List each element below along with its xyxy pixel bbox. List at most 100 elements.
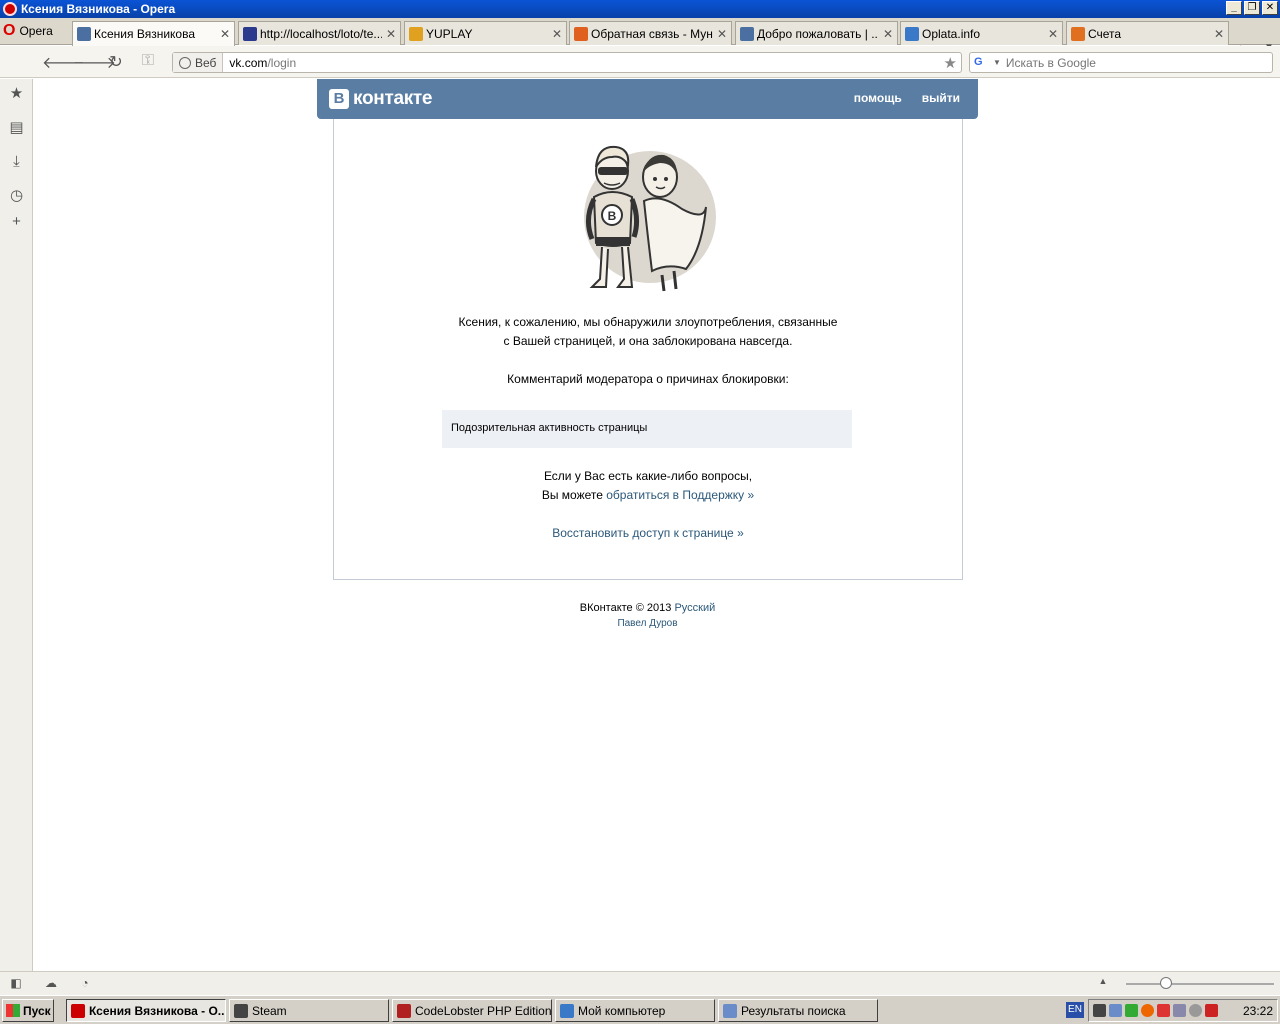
url-text[interactable]: vk.com/login (229, 56, 296, 70)
browser-tab[interactable]: YUPLAY ✕ (404, 21, 567, 45)
vk-logo[interactable]: В контакте (329, 88, 433, 110)
zoom-slider[interactable] (1126, 977, 1274, 989)
block-message-line1: Ксения, к сожалению, мы обнаружили злоуп… (458, 315, 838, 329)
search-input[interactable] (1005, 55, 1272, 70)
help-link[interactable]: помощь (854, 91, 902, 105)
start-label: Пуск (23, 1003, 51, 1018)
search-o-icon (1071, 26, 1085, 41)
tab-close-icon[interactable]: ✕ (220, 27, 230, 41)
taskbar-item[interactable]: Мой компьютер (555, 999, 715, 1022)
tab-close-icon[interactable]: ✕ (883, 27, 893, 41)
tab-label: Счета (1088, 26, 1122, 41)
taskbar-item-label: Мой компьютер (578, 1003, 666, 1018)
monitor-tray-icon[interactable] (1173, 1004, 1186, 1017)
vk-footer: ВКонтакте © 2013 Русский Павел Дуров (317, 600, 978, 632)
wand-key-icon[interactable]: ⚿ (137, 52, 159, 72)
network-tray-icon[interactable] (1109, 1004, 1122, 1017)
volume-tray-icon[interactable] (1189, 1004, 1202, 1017)
tab-close-icon[interactable]: ✕ (1214, 27, 1224, 41)
tab-close-icon[interactable]: ✕ (386, 27, 396, 41)
antivirus-shield-icon[interactable] (1205, 1004, 1218, 1017)
restore-access-link[interactable]: Восстановить доступ к странице » (552, 526, 744, 540)
opera-unite-cloud-icon[interactable]: ☁ (43, 976, 59, 990)
google-icon: G (974, 55, 983, 68)
taskbar-item[interactable]: CodeLobster PHP Edition... (392, 999, 552, 1022)
browser-tab[interactable]: http://localhost/loto/te... ✕ (238, 21, 401, 45)
logout-link[interactable]: выйти (922, 91, 960, 105)
view-up-arrow-icon[interactable]: ▲ (1095, 976, 1111, 990)
questions-line2: Вы можете обратиться в Поддержку » (334, 486, 962, 505)
browser-sidebar: ★ ▤ ⤓ ◷ + (0, 79, 33, 971)
taskbar-item[interactable]: Steam (229, 999, 389, 1022)
clock: 23:22 (1242, 1003, 1273, 1018)
tab-label: Добро пожаловать | ... (757, 26, 879, 41)
block-message-line2: с Вашей страницей, и она заблокирована н… (503, 334, 793, 348)
tab-close-icon[interactable]: ✕ (717, 27, 727, 41)
add-panel-icon[interactable]: + (8, 213, 25, 230)
turbo-speedometer-icon[interactable]: ◔ (77, 976, 93, 990)
s-icon (243, 26, 257, 41)
vk-icon (77, 27, 91, 41)
vk-logo-icon: В (329, 89, 349, 109)
steam-tray-icon[interactable] (1093, 1004, 1106, 1017)
tab-close-icon[interactable]: ✕ (552, 27, 562, 41)
url-path: /login (267, 55, 297, 70)
moderator-comment-text: Подозрительная активность страницы (451, 422, 648, 434)
address-bar[interactable]: Веб vk.com/login ★ (172, 52, 962, 73)
status-bar: ◧ ☁ ◔ ▲ (0, 971, 1280, 995)
language-indicator[interactable]: EN (1066, 1002, 1084, 1018)
questions-line1: Если у Вас есть какие-либо вопросы, (543, 469, 753, 483)
browser-tab[interactable]: Обратная связь - Мун... ✕ (569, 21, 732, 45)
page-content: В контакте помощь выйти B Ксения, к сожа… (34, 79, 1280, 971)
search-engine-chevron-icon[interactable]: ▼ (993, 58, 1001, 67)
taskbar-item[interactable]: Результаты поиска (718, 999, 878, 1022)
footer-language-link[interactable]: Русский (674, 602, 715, 614)
forward-button[interactable]: 🡒 (73, 52, 116, 72)
zoom-slider-handle[interactable] (1160, 977, 1172, 989)
app-tray-icon[interactable] (1157, 1004, 1170, 1017)
search-box[interactable]: G ▼ (969, 52, 1273, 73)
browser-tab[interactable]: Счета ✕ (1066, 21, 1229, 45)
history-clock-icon[interactable]: ◷ (8, 187, 25, 204)
url-host: vk.com (229, 55, 268, 70)
yuplay-icon (409, 26, 423, 41)
downloads-icon[interactable]: ⤓ (8, 153, 25, 170)
minimize-button[interactable]: _ (1226, 1, 1242, 15)
browser-tab[interactable]: Oplata.info ✕ (900, 21, 1063, 45)
taskbar-item[interactable]: Ксения Вязникова - О... (66, 999, 226, 1022)
taskbar-app-icon (723, 1003, 737, 1018)
bookmarks-star-icon[interactable]: ★ (8, 85, 25, 102)
restore-button[interactable]: ❐ (1244, 1, 1260, 15)
bookmark-star-icon[interactable]: ★ (944, 54, 957, 72)
taskbar-app-icon (71, 1003, 85, 1018)
taskbar-item-label: Ксения Вязникова - О... (89, 1003, 226, 1018)
vk-icon (740, 26, 754, 41)
opera-menu-button[interactable]: O Opera (0, 20, 68, 42)
support-link[interactable]: обратиться в Поддержку » (606, 488, 754, 502)
signal-tray-icon[interactable] (1125, 1004, 1138, 1017)
opera-logo-icon: O (3, 22, 16, 39)
taskbar-app-icon (234, 1003, 248, 1018)
panel-toggle-icon[interactable]: ◧ (8, 976, 24, 990)
window-title: Ксения Вязникова - Opera (21, 2, 176, 16)
notes-icon[interactable]: ▤ (8, 119, 25, 136)
system-tray: 23:22 (1088, 999, 1278, 1022)
tab-label: Ксения Вязникова (94, 27, 195, 41)
moderator-comment-label: Комментарий модератора о причинах блокир… (507, 372, 789, 386)
site-badge-label: Веб (195, 55, 217, 70)
reload-button[interactable]: ↻ (105, 52, 127, 72)
browser-tab[interactable]: Добро пожаловать | ... ✕ (735, 21, 898, 45)
close-window-button[interactable]: ✕ (1262, 1, 1278, 15)
site-badge[interactable]: Веб (173, 53, 224, 72)
alert-tray-icon[interactable] (1141, 1004, 1154, 1017)
footer-author-link[interactable]: Павел Дуров (617, 618, 677, 629)
tab-close-icon[interactable]: ✕ (1048, 27, 1058, 41)
questions-line2-prefix: Вы можете (541, 488, 607, 502)
windows-logo-icon (6, 1004, 20, 1017)
back-button[interactable]: 🡐 (42, 52, 85, 72)
browser-tab[interactable]: Ксения Вязникова ✕ (72, 21, 235, 46)
questions-block: Если у Вас есть какие-либо вопросы, Вы м… (334, 467, 962, 505)
taskbar-item-label: Steam (252, 1003, 287, 1018)
start-button[interactable]: Пуск (2, 999, 54, 1022)
window-controls: _ ❐ ✕ (1226, 1, 1278, 15)
